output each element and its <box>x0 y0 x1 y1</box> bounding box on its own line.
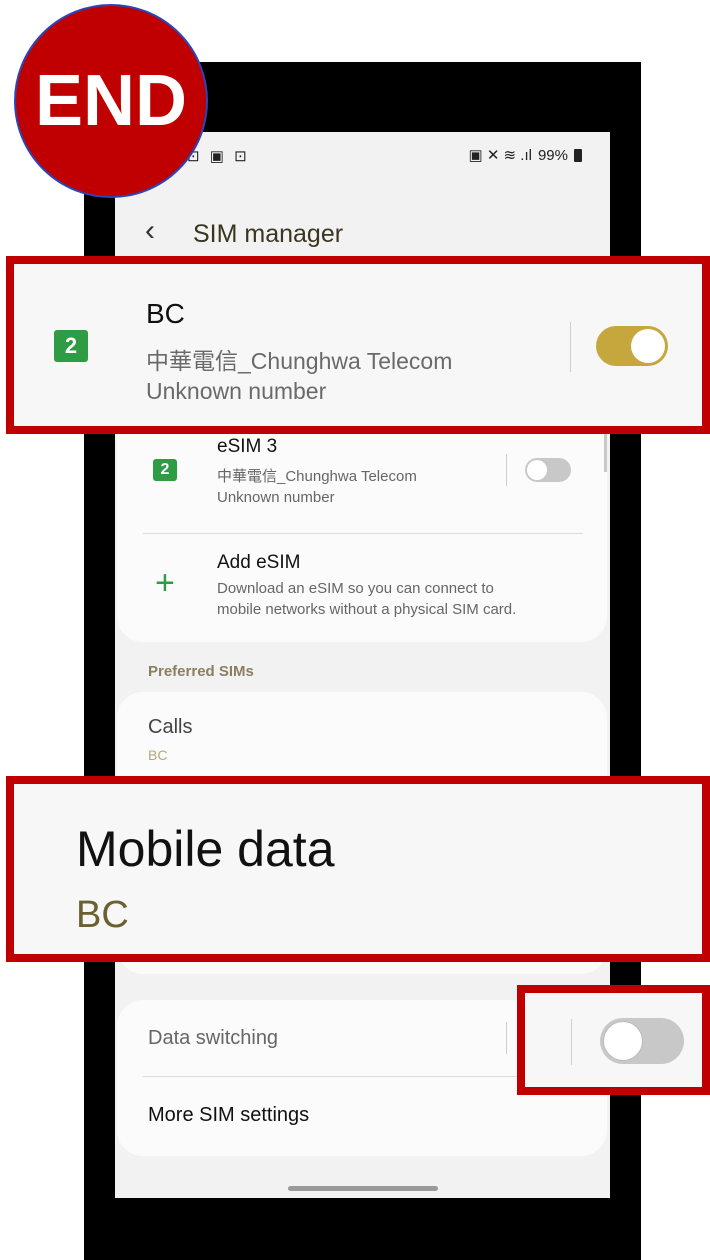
end-badge: END <box>14 4 208 198</box>
divider <box>571 1019 572 1065</box>
more-sim-settings-label: More SIM settings <box>148 1104 310 1126</box>
calls-label: Calls <box>148 716 193 738</box>
calls-value: BC <box>148 747 168 763</box>
sim-carrier: 中華電信_Chunghwa Telecom <box>146 348 453 374</box>
sim-number: Unknown number <box>146 378 327 404</box>
data-switching-callout[interactable] <box>517 985 710 1095</box>
data-switching-toggle[interactable] <box>600 1018 684 1064</box>
battery-level: 99% <box>537 146 568 164</box>
sim-name: eSIM 3 <box>217 436 278 457</box>
home-indicator <box>288 1186 438 1191</box>
section-label: Preferred SIMs <box>148 663 254 680</box>
divider <box>506 454 507 486</box>
toggle-knob <box>527 460 547 480</box>
mobile-data-value: BC <box>76 894 129 936</box>
toggle-knob <box>631 329 665 363</box>
data-switching-label: Data switching <box>148 1027 279 1049</box>
sim-bc-callout[interactable]: 2 BC 中華電信_Chunghwa Telecom Unknown numbe… <box>6 256 710 434</box>
sim-name: BC <box>146 298 185 329</box>
system-icons: ▣ ✕ ≋ .ıl <box>468 147 532 164</box>
mobile-data-label: Mobile data <box>76 821 335 877</box>
divider <box>506 1022 507 1054</box>
divider <box>143 533 583 534</box>
sim-carrier: 中華電信_Chunghwa Telecom <box>217 468 417 485</box>
add-esim-description-1: Download an eSIM so you can connect to <box>217 580 494 597</box>
add-esim-description-2: mobile networks without a physical SIM c… <box>217 601 517 618</box>
esim3-toggle[interactable] <box>525 458 571 482</box>
sim-bc-toggle[interactable] <box>596 326 668 366</box>
add-esim-row[interactable]: + Add eSIM Download an eSIM so you can c… <box>117 538 607 638</box>
calls-row[interactable]: Calls BC <box>117 692 607 782</box>
status-icons: ▣ ✕ ≋ .ıl 99% <box>468 146 582 164</box>
sim-card-icon: 2 <box>54 330 88 362</box>
divider <box>570 322 571 372</box>
sim-card-icon: 2 <box>153 459 177 481</box>
chevron-left-icon[interactable]: ‹ <box>145 216 155 246</box>
page-title: SIM manager <box>193 220 344 248</box>
add-esim-title: Add eSIM <box>217 552 301 573</box>
mobile-data-callout[interactable]: Mobile data BC <box>6 776 710 962</box>
plus-icon: + <box>155 564 175 602</box>
notification-icons: ⊡ ▣ ⊡ <box>187 148 250 165</box>
sim-row-esim3[interactable]: 2 eSIM 3 中華電信_Chunghwa Telecom Unknown n… <box>117 428 607 528</box>
app-header: ‹ SIM manager <box>115 202 610 262</box>
toggle-knob <box>603 1021 643 1061</box>
sim-number: Unknown number <box>217 489 335 506</box>
battery-icon <box>574 148 582 162</box>
